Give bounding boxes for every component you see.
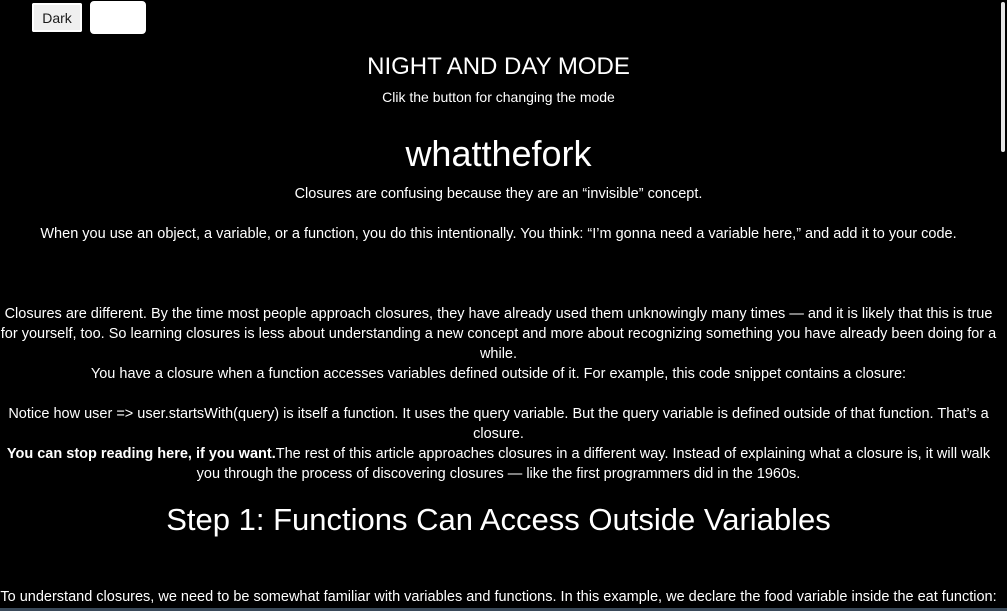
light-mode-button[interactable]: Light <box>90 1 146 34</box>
paragraph-intro: Closures are confusing because they are … <box>294 186 703 202</box>
vertical-scrollbar[interactable] <box>997 0 1007 611</box>
page: Dark Light NIGHT AND DAY MODE Clik the b… <box>0 0 1007 611</box>
scrollbar-thumb[interactable] <box>1001 2 1005 152</box>
stop-reading-rest: The rest of this article approaches clos… <box>196 446 991 482</box>
stop-reading-emphasis: You can stop reading here, if you want. <box>6 446 276 462</box>
paragraph-stop-reading: You can stop reading here, if you want.T… <box>0 444 997 484</box>
paragraph-step1-intro: To understand closures, we need to be so… <box>0 589 997 605</box>
paragraph-closures-different: Closures are different. By the time most… <box>0 306 997 362</box>
step1-heading: Step 1: Functions Can Access Outside Var… <box>166 502 831 537</box>
dark-mode-button[interactable]: Dark <box>30 1 84 34</box>
blog-title: whatthefork <box>405 133 592 174</box>
page-title: NIGHT AND DAY MODE <box>367 53 630 80</box>
paragraph-example: Notice how user => user.startsWith(query… <box>8 406 989 442</box>
paragraph-definition: You have a closure when a function acces… <box>90 366 907 382</box>
page-subtitle: Clik the button for changing the mode <box>382 89 615 105</box>
paragraph-usage: When you use an object, a variable, or a… <box>40 226 957 242</box>
mode-toolbar: Dark Light <box>30 1 146 34</box>
